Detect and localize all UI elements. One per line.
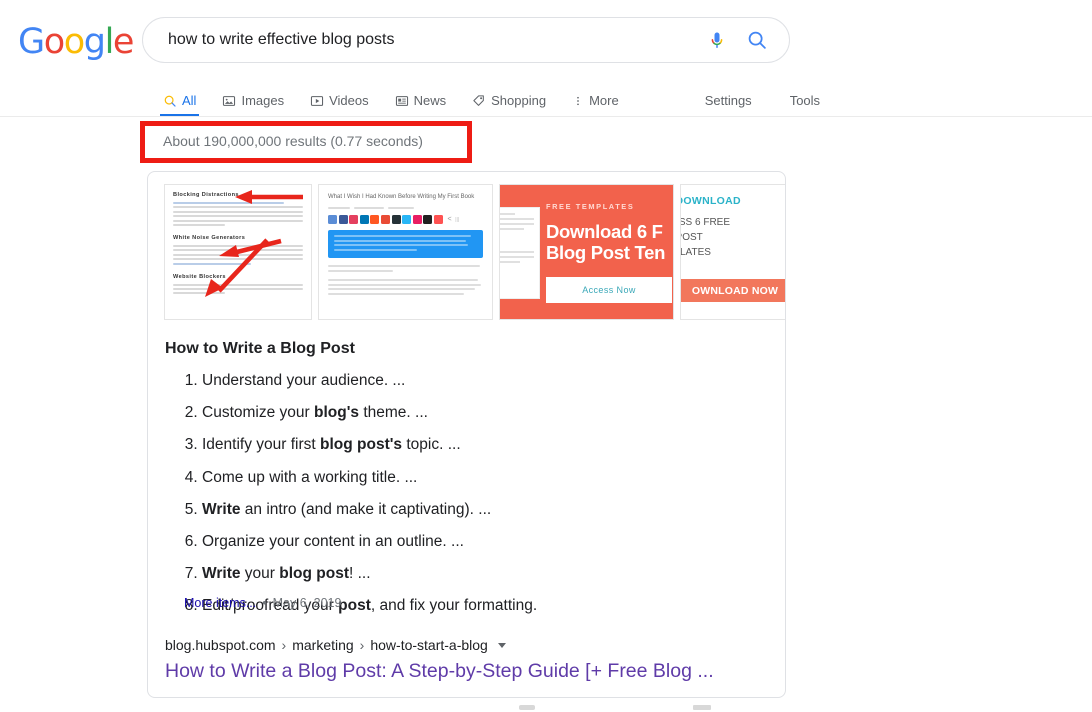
thumb2-social-buttons[interactable]: < ||| (328, 215, 483, 224)
breadcrumb-separator-1: › (281, 637, 287, 653)
result-title-link[interactable]: How to Write a Blog Post: A Step-by-Step… (165, 660, 714, 683)
thumb2-highlight-quote (328, 230, 483, 259)
thumb4-body-line2: G POST (681, 232, 703, 243)
thumb3-document-mock (500, 207, 540, 299)
thumb4-download-now-button[interactable]: OWNLOAD NOW (681, 279, 785, 302)
microphone-icon[interactable] (697, 20, 737, 60)
tab-more[interactable]: More (572, 84, 619, 117)
logo-letter-l: l (104, 22, 115, 62)
tools-label: Tools (789, 93, 821, 108)
tag-icon (472, 94, 486, 108)
thumb2-paragraph-2 (328, 278, 483, 295)
share-icon: < (447, 216, 452, 223)
google-search-results-page: Google how to write effective blog posts… (0, 0, 1092, 712)
thumb1-heading-3: Website Blockers (173, 273, 226, 280)
google-logo[interactable]: Google (18, 22, 135, 62)
thumb2-share-count: ||| (455, 216, 460, 223)
tab-all-label: All (182, 93, 197, 108)
list-item: Customize your blog's theme. ... (202, 404, 537, 423)
featured-snippet-card: Blocking Distractions White Noise Genera… (147, 171, 786, 698)
image-icon (222, 94, 236, 108)
thumb1-heading-1: Blocking Distractions (173, 192, 239, 198)
settings-label: Settings (704, 93, 752, 108)
search-box[interactable] (142, 17, 790, 63)
thumb2-title: What I Wish I Had Known Before Writing M… (328, 194, 475, 200)
thumb4-body: CESS 6 FREE G POST MPLATES (680, 215, 785, 260)
chevron-down-icon[interactable] (497, 642, 506, 648)
thumb3-title-line1: Download 6 F (546, 221, 663, 242)
more-vertical-icon (572, 94, 584, 108)
header-divider (0, 116, 1092, 117)
tab-videos-label: Videos (329, 93, 369, 108)
tab-videos[interactable]: Videos (310, 84, 369, 117)
search-icon[interactable] (737, 20, 777, 60)
thumbnail-free-download-promo[interactable]: E DOWNLOAD CESS 6 FREE G POST MPLATES OW… (680, 184, 785, 320)
snippet-date: May 6, 2019 (272, 596, 342, 610)
result-stats: About 190,000,000 results (0.77 seconds) (163, 133, 423, 149)
result-breadcrumb[interactable]: blog.hubspot.com › marketing › how-to-st… (165, 637, 506, 653)
tab-images[interactable]: Images (222, 84, 284, 117)
tab-all[interactable]: All (159, 84, 200, 117)
page-header: Google how to write effective blog posts… (0, 0, 1092, 117)
thumb4-kicker: E DOWNLOAD (680, 195, 741, 207)
thumbnail-strip: Blocking Distractions White Noise Genera… (164, 184, 785, 320)
search-icon (163, 94, 177, 108)
tab-news[interactable]: News (395, 84, 447, 117)
tab-news-label: News (413, 93, 447, 108)
breadcrumb-domain: blog.hubspot.com (165, 637, 276, 653)
thumb4-body-line1: CESS 6 FREE (680, 217, 731, 228)
tab-shopping[interactable]: Shopping (472, 84, 546, 117)
separator-dot: • (262, 596, 267, 610)
featured-snippet-heading: How to Write a Blog Post (165, 340, 355, 357)
search-input[interactable] (143, 31, 697, 49)
list-item: Identify your first blog post's topic. .… (202, 436, 537, 455)
featured-snippet-list: Understand your audience. ... Customize y… (165, 372, 537, 630)
thumb2-paragraph-1 (328, 265, 483, 272)
thumb3-title-line2: Blog Post Ten (546, 241, 666, 263)
peek-icon-right (693, 705, 711, 710)
logo-letter-e: e (112, 22, 135, 62)
thumb3-kicker: FREE TEMPLATES (546, 202, 635, 211)
thumbnail-free-templates-promo[interactable]: FREE TEMPLATES Download 6 F Blog Post Te… (499, 184, 674, 320)
peek-icon-left (519, 705, 535, 710)
thumb2-meta (328, 207, 483, 209)
list-item: Write your blog post! ... (202, 565, 537, 584)
more-items-link[interactable]: More items... (184, 596, 256, 610)
thumb4-body-line3: MPLATES (680, 247, 711, 258)
news-icon (395, 94, 409, 108)
breadcrumb-segment-1: marketing (292, 637, 354, 653)
tab-images-label: Images (241, 93, 285, 108)
thumb1-heading-2: White Noise Generators (173, 234, 246, 241)
thumb3-access-now-button[interactable]: Access Now (546, 277, 672, 304)
breadcrumb-segment-2: how-to-start-a-blog (370, 637, 488, 653)
thumbnail-article-with-red-arrows[interactable]: Blocking Distractions White Noise Genera… (164, 184, 312, 320)
search-nav-tabs: All Images Videos News Shopping More Set… (159, 84, 820, 117)
thumb1-paragraph-1 (173, 202, 303, 226)
logo-letter-o1: o (43, 22, 65, 62)
thumb1-paragraph-2 (173, 244, 303, 265)
search-nav-right: Settings Tools (667, 84, 820, 117)
logo-letter-o2: o (63, 22, 85, 62)
more-items-row: More items... • May 6, 2019 (184, 596, 341, 610)
settings-button[interactable]: Settings (705, 84, 752, 117)
list-item: Write an intro (and make it captivating)… (202, 501, 537, 520)
video-icon (310, 94, 324, 108)
list-item: Organize your content in an outline. ... (202, 533, 537, 552)
thumbnail-blog-post-social-share[interactable]: What I Wish I Had Known Before Writing M… (318, 184, 493, 320)
tools-button[interactable]: Tools (790, 84, 820, 117)
logo-letter-g1: G (18, 22, 45, 62)
breadcrumb-separator-2: › (359, 637, 365, 653)
list-item: Understand your audience. ... (202, 372, 537, 391)
thumb1-paragraph-3 (173, 283, 303, 295)
tab-more-label: More (589, 93, 619, 108)
tab-shopping-label: Shopping (491, 93, 547, 108)
list-item: Come up with a working title. ... (202, 469, 537, 488)
logo-letter-g2: g (83, 22, 106, 62)
